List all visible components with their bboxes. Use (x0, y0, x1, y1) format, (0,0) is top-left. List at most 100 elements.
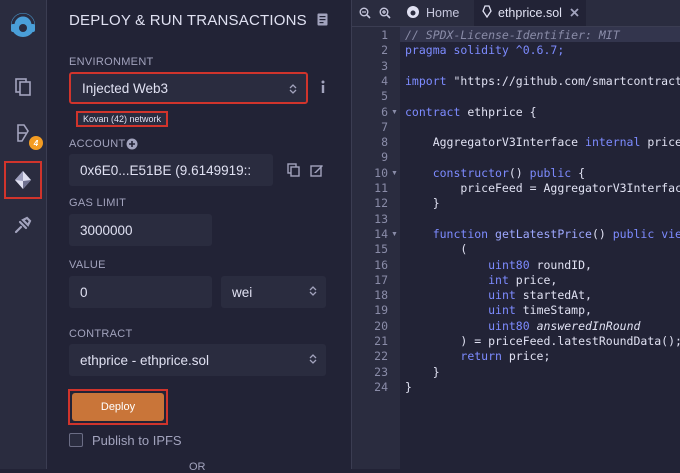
code-token: uint80 (488, 318, 530, 333)
line-number: 1 (381, 28, 388, 42)
tab-home-label: Home (426, 6, 460, 20)
deploy-button-frame: Deploy (68, 389, 168, 425)
code-token: getLatestPrice (488, 226, 592, 241)
line-number: 24 (374, 379, 388, 394)
deploy-button[interactable]: Deploy (72, 393, 164, 421)
line-number: 22 (374, 349, 388, 364)
file-explorer-icon[interactable] (4, 68, 42, 106)
zoom-in-icon[interactable] (379, 6, 391, 24)
code-line: } (405, 196, 440, 211)
code-token: ) = priceFeed.latestRoundData(); (405, 334, 680, 348)
documentation-icon[interactable] (317, 13, 328, 31)
sign-message-icon[interactable] (310, 163, 324, 182)
line-number: 3 (381, 58, 388, 73)
code-token: { (571, 165, 586, 180)
code-line: } (405, 365, 440, 380)
line-number: 20 (374, 318, 388, 333)
account-value: 0x6E0...E51BE (9.6149919:: (80, 162, 252, 178)
copy-address-icon[interactable] (287, 163, 300, 182)
line-number: 4 (381, 73, 388, 88)
line-number: 18 (374, 288, 388, 303)
line-number: 9 (381, 150, 388, 165)
code-token: roundID, (529, 257, 592, 272)
code-line: ) = priceFeed.latestRoundData(); (405, 334, 680, 349)
line-number: 7 (381, 119, 388, 134)
code-line: priceFeed = AggregatorV3Interfac (405, 181, 680, 196)
line-number: 15 (374, 242, 388, 257)
account-select[interactable]: 0x6E0...E51BE (9.6149919:: (69, 154, 273, 186)
code-token: () (591, 226, 613, 241)
line-number-gutter: 1 2 3 4 5 6 ▼ 7 8 9 10 ▼ 11 12 13 14 ▼ 15 16 17 18 19 20 21 22 23… (352, 27, 400, 469)
environment-value: Injected Web3 (82, 80, 169, 96)
tab-home[interactable]: Home (398, 0, 467, 26)
line-number: 19 (374, 303, 388, 318)
code-token: constructor (432, 165, 509, 180)
code-token: timeStamp, (515, 303, 592, 318)
code-token: ethprice { (460, 104, 537, 119)
contract-value: ethprice - ethprice.sol (80, 352, 210, 368)
code-editor: Home ethprice.sol 1 2 3 4 5 6 ▼ 7 8 9 10 ▼ 11 12 13 14 ▼… (351, 0, 680, 469)
zoom-out-icon[interactable] (359, 6, 371, 24)
solidity-file-icon (482, 5, 492, 21)
icon-panel: 4 (0, 0, 47, 469)
add-account-icon[interactable] (126, 137, 138, 155)
value-input[interactable]: 0 (69, 276, 212, 308)
value-unit: wei (232, 284, 253, 300)
fold-arrow-icon[interactable]: ▼ (391, 231, 398, 238)
environment-select[interactable]: Injected Web3 (69, 72, 308, 104)
value-unit-select[interactable]: wei (221, 276, 326, 308)
code-token: contract (405, 104, 461, 119)
code-line: AggregatorV3Interface internal price (405, 135, 680, 150)
gas-limit-input[interactable]: 3000000 (69, 214, 212, 246)
deploy-run-icon[interactable] (4, 161, 42, 199)
code-token: ( (405, 242, 468, 257)
fold-arrow-icon[interactable]: ▼ (391, 109, 398, 116)
code-line: int price, (405, 273, 557, 288)
code-line: uint80 answeredInRound (405, 319, 640, 334)
fold-arrow-icon[interactable]: ▼ (391, 170, 398, 177)
code-token: price, (508, 272, 558, 287)
compiler-warning-badge: 4 (29, 136, 43, 150)
home-icon (406, 5, 420, 22)
code-line: pragma solidity ^0.6.7; (405, 43, 564, 58)
or-separator: OR (189, 461, 206, 473)
editor-tab-bar: Home ethprice.sol (352, 0, 680, 27)
code-line: // SPDX-License-Identifier: MIT (405, 28, 620, 43)
code-token: public (612, 226, 655, 241)
publish-ipfs-label: Publish to IPFS (92, 433, 182, 448)
environment-label: ENVIRONMENT (69, 56, 154, 68)
network-badge: Kovan (42) network (76, 111, 169, 127)
contract-select[interactable]: ethprice - ethprice.sol (69, 344, 326, 376)
tab-ethprice-label: ethprice.sol (498, 6, 562, 20)
code-line: ( (405, 242, 467, 257)
code-token: internal (585, 135, 641, 150)
line-number: 11 (374, 181, 388, 195)
line-number: 5 (381, 89, 388, 104)
code-token: uint80 (488, 257, 530, 272)
solidity-compiler-icon[interactable]: 4 (4, 114, 43, 152)
select-arrows-icon (309, 285, 317, 300)
code-token: uint (488, 303, 516, 318)
line-number: 14 (374, 226, 388, 241)
code-token: pragma solidity (405, 43, 509, 58)
line-number: 16 (374, 257, 388, 272)
remix-logo-icon[interactable] (4, 6, 42, 44)
environment-info-icon[interactable] (320, 80, 326, 99)
code-line: uint80 roundID, (405, 258, 592, 273)
code-token: public (529, 165, 572, 180)
close-tab-icon[interactable] (570, 6, 579, 20)
tab-ethprice[interactable]: ethprice.sol (474, 0, 586, 26)
code-token: int (488, 272, 509, 287)
code-content[interactable]: // SPDX-License-Identifier: MIT pragma so… (405, 28, 680, 469)
account-label: ACCOUNT (69, 138, 126, 150)
publish-ipfs-checkbox[interactable] (69, 433, 83, 447)
code-token: priceFeed = AggregatorV3Interfac (405, 181, 680, 195)
plugin-manager-icon[interactable] (4, 206, 42, 244)
